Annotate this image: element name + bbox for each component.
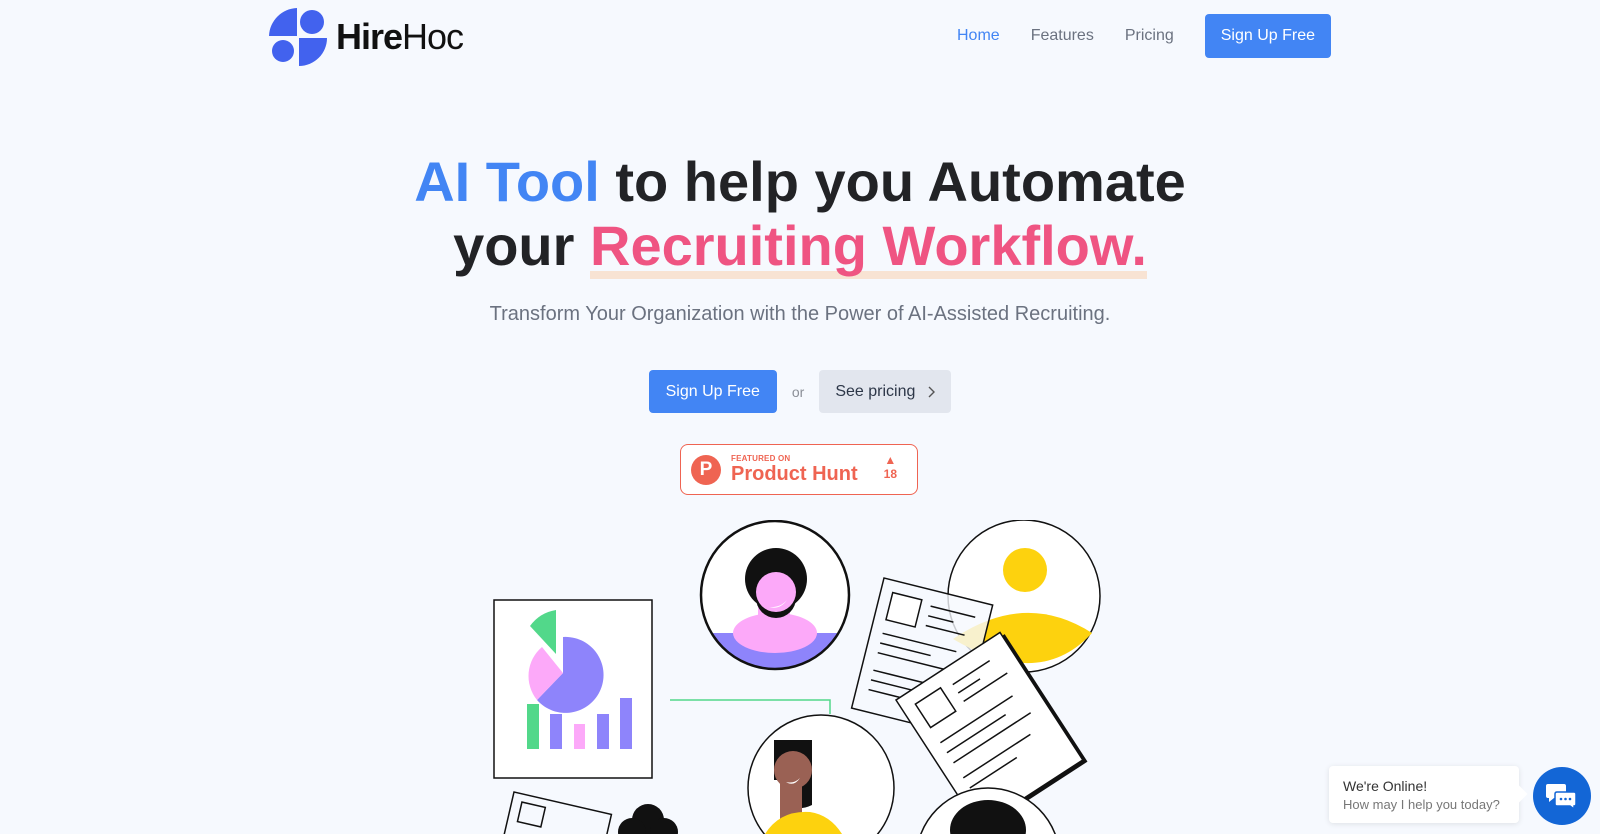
- hero-title-line-1: AI Tool to help you Automate: [0, 150, 1600, 214]
- chat-bubbles-icon: [1546, 784, 1577, 810]
- hero-title-highlight-blue: AI Tool: [414, 150, 600, 213]
- hero-subtitle: Transform Your Organization with the Pow…: [489, 303, 1111, 325]
- product-hunt-text: FEATURED ON Product Hunt: [731, 454, 858, 485]
- logo-link[interactable]: HireHoc: [268, 7, 464, 67]
- product-hunt-name: Product Hunt: [731, 463, 858, 485]
- chat-greeting-bubble[interactable]: We're Online! How may I help you today?: [1329, 766, 1519, 823]
- candidate-avatar-4: [920, 787, 1056, 834]
- resume-document-3: [499, 791, 613, 834]
- hair-cloud-shape: [618, 804, 678, 834]
- candidate-avatar-1: [699, 520, 851, 671]
- chat-subtitle: How may I help you today?: [1343, 797, 1500, 812]
- see-pricing-button[interactable]: See pricing: [819, 370, 952, 413]
- upvote-arrow-icon: ▲: [884, 453, 897, 467]
- hero-title: AI Tool to help you Automate your Recrui…: [0, 150, 1600, 279]
- header-signup-button[interactable]: Sign Up Free: [1204, 14, 1331, 58]
- connector-line: [670, 699, 831, 714]
- see-pricing-label: See pricing: [835, 382, 916, 400]
- hirehoc-logo-icon: [269, 8, 327, 66]
- product-hunt-badge[interactable]: P FEATURED ON Product Hunt ▲ 18: [680, 444, 918, 495]
- hero-signup-button[interactable]: Sign Up Free: [648, 370, 777, 413]
- hero-title-text-2: your: [453, 214, 590, 277]
- product-hunt-logo-icon: P: [691, 454, 721, 485]
- chat-title: We're Online!: [1343, 778, 1428, 794]
- candidate-avatar-3: [747, 714, 895, 834]
- nav-pricing[interactable]: Pricing: [1125, 27, 1174, 45]
- cta-or-text: or: [791, 383, 805, 400]
- hero-title-text-1: to help you Automate: [599, 150, 1186, 213]
- hero-title-line-2: your Recruiting Workflow.: [0, 214, 1600, 279]
- analytics-card-illustration: [493, 599, 653, 779]
- upvote-count: 18: [883, 467, 897, 481]
- cta-row: Sign Up Free or See pricing: [0, 370, 1600, 413]
- logo-text: HireHoc: [336, 16, 464, 57]
- nav-home[interactable]: Home: [957, 27, 1000, 45]
- product-hunt-votes: ▲ 18: [883, 453, 897, 482]
- chat-launcher-button[interactable]: [1533, 767, 1591, 825]
- hero-title-highlight-pink: Recruiting Workflow.: [590, 214, 1147, 279]
- chevron-right-icon: [928, 386, 936, 397]
- product-hunt-featured-label: FEATURED ON: [731, 454, 791, 463]
- page: HireHoc Home Features Pricing Sign Up Fr…: [0, 0, 1600, 834]
- hero-illustration: [493, 520, 1101, 834]
- main-nav: Home Features Pricing Sign Up Free: [957, 14, 1331, 58]
- nav-features[interactable]: Features: [1031, 27, 1094, 45]
